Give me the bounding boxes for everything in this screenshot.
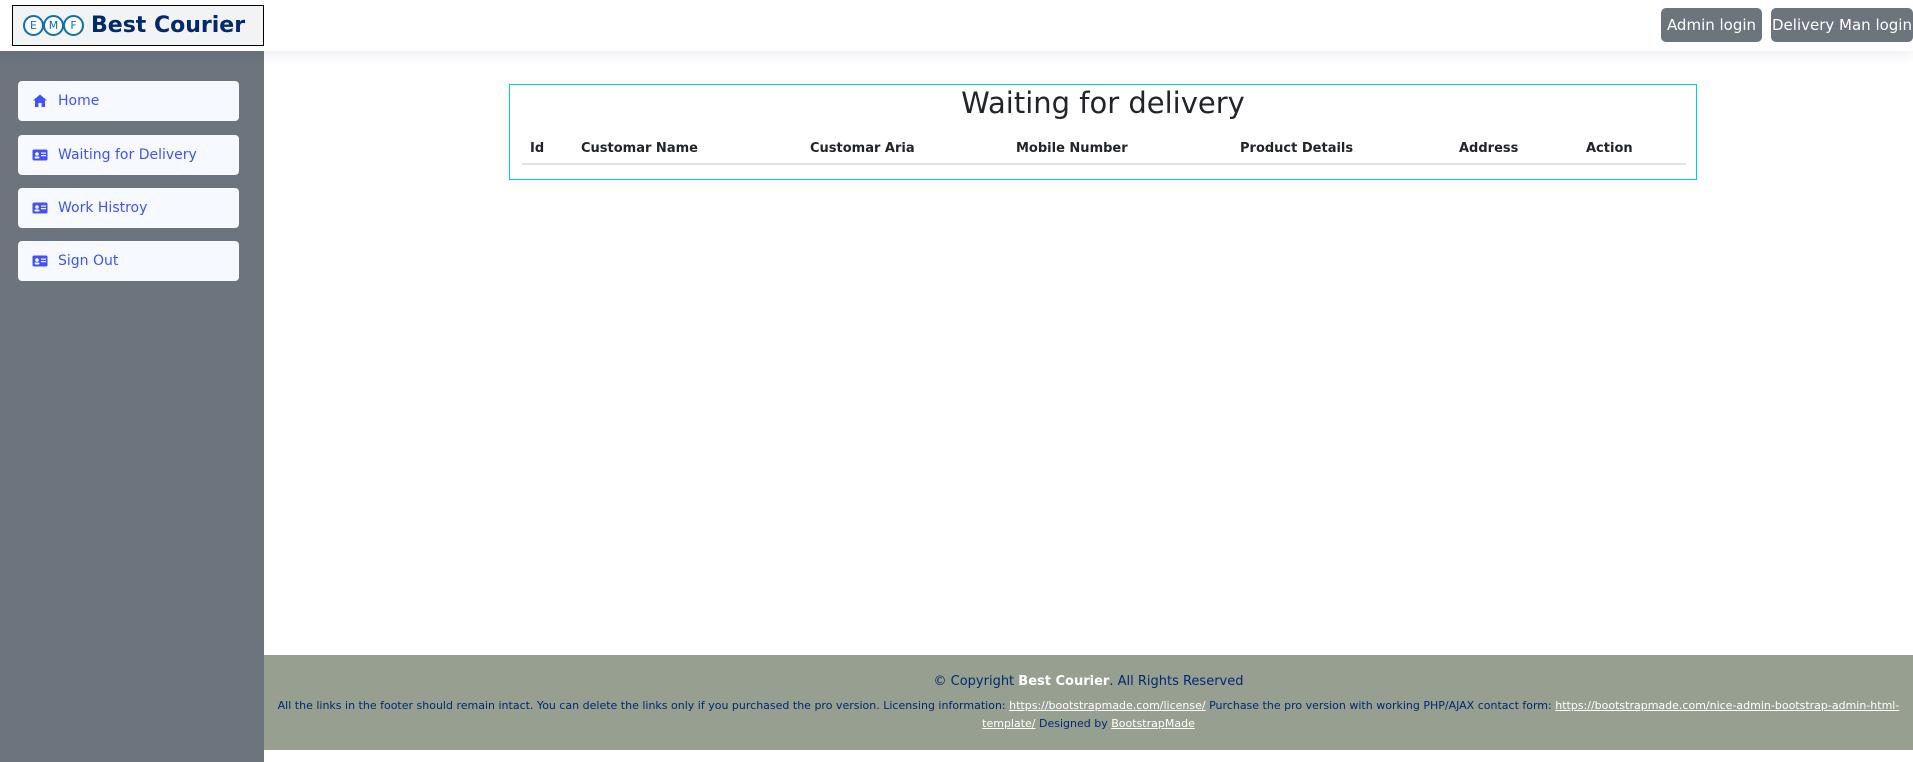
sidebar-item-label: Work Histroy <box>58 200 148 216</box>
footer: © Copyright Best Courier. All Rights Res… <box>264 655 1913 750</box>
column-header-customer-name: Customar Name <box>581 141 698 156</box>
logo-letter: E <box>23 15 44 36</box>
sidebar-item-work-history[interactable]: Work Histroy <box>18 188 239 228</box>
sidebar-item-home[interactable]: Home <box>18 81 239 121</box>
id-card-icon <box>32 200 48 216</box>
column-header-id: Id <box>530 141 545 156</box>
sidebar: Home Waiting for Delivery Work Histroy S… <box>0 51 264 762</box>
waiting-delivery-card: Waiting for delivery Id Customar Name Cu… <box>509 84 1697 180</box>
column-header-address: Address <box>1459 141 1519 156</box>
column-header-action: Action <box>1586 141 1633 156</box>
sidebar-item-sign-out[interactable]: Sign Out <box>18 241 239 281</box>
top-header: E M F Best Courier Admin login Delivery … <box>0 0 1913 51</box>
sidebar-item-label: Waiting for Delivery <box>58 147 197 163</box>
designer-link[interactable]: BootstrapMade <box>1111 717 1195 730</box>
column-header-mobile-number: Mobile Number <box>1016 141 1128 156</box>
brand-name: Best Courier <box>91 13 246 38</box>
copyright-suffix: . All Rights Reserved <box>1109 674 1244 689</box>
id-card-icon <box>32 253 48 269</box>
logo-letter: M <box>43 15 64 36</box>
footer-credits: All the links in the footer should remai… <box>264 697 1913 733</box>
id-card-icon <box>32 147 48 163</box>
main-content: Waiting for delivery Id Customar Name Cu… <box>264 51 1913 655</box>
license-link[interactable]: https://bootstrapmade.com/license/ <box>1009 699 1205 712</box>
credits-text: All the links in the footer should remai… <box>277 699 1006 712</box>
copyright-brand: Best Courier <box>1018 674 1110 689</box>
sidebar-item-waiting-for-delivery[interactable]: Waiting for Delivery <box>18 135 239 175</box>
admin-login-button[interactable]: Admin login <box>1661 8 1762 42</box>
page-title: Waiting for delivery <box>961 86 1245 120</box>
copyright-prefix: © Copyright <box>933 674 1015 689</box>
copyright-line: © Copyright Best Courier. All Rights Res… <box>264 674 1913 689</box>
credits-text: Purchase the pro version with working PH… <box>1209 699 1552 712</box>
table-header-row: Id Customar Name Customar Aria Mobile Nu… <box>522 133 1686 165</box>
column-header-customer-area: Customar Aria <box>810 141 915 156</box>
logo-mark-icon: E M F <box>23 15 84 36</box>
delivery-man-login-button[interactable]: Delivery Man login <box>1771 8 1913 42</box>
house-icon <box>32 93 48 109</box>
credits-text: Designed by <box>1039 717 1108 730</box>
logo-letter: F <box>63 15 84 36</box>
brand-logo[interactable]: E M F Best Courier <box>12 5 264 46</box>
column-header-product-details: Product Details <box>1240 141 1354 156</box>
sidebar-item-label: Home <box>58 93 100 109</box>
sidebar-item-label: Sign Out <box>58 253 119 269</box>
